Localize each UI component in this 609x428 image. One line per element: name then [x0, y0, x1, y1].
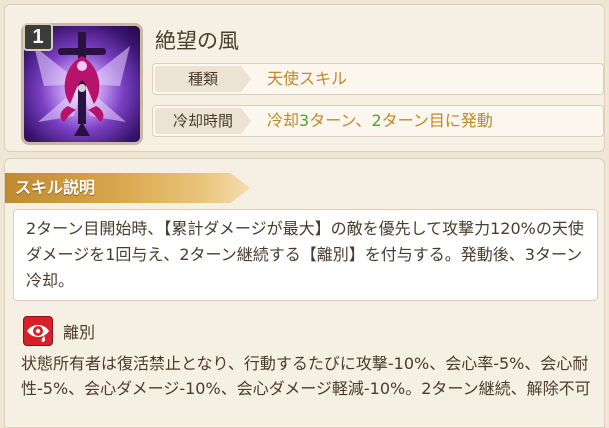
cooldown-text-1: 冷却 — [267, 111, 300, 130]
skill-rank-badge: 1 — [23, 23, 53, 51]
eye-tear-icon — [23, 316, 53, 346]
section-header-skill-description: スキル説明 — [5, 173, 250, 203]
cooldown-start-turn: 2 — [371, 111, 382, 130]
effect-description-text: 状態所有者は復活禁止となり、行動するたびに攻撃-10%、会心率-5%、会心耐性-… — [21, 354, 591, 398]
cooldown-text-3: ターン目に発動 — [381, 111, 493, 130]
cooldown-turns: 3 — [299, 111, 310, 130]
skill-description-panel: スキル説明 2ターン目開始時、【累計ダメージが最大】の敵を優先して攻撃力120%… — [4, 158, 605, 428]
skill-cooldown-value: 冷却3ターン、2ターン目に発動 — [267, 106, 493, 136]
skill-cooldown-label: 冷却時間 — [155, 108, 251, 134]
cooldown-text-2: ターン、 — [309, 111, 372, 130]
effect-name: 離別 — [63, 323, 96, 342]
skill-cooldown-row: 冷却時間 冷却3ターン、2ターン目に発動 — [152, 105, 604, 137]
skill-type-row: 種類 天使スキル — [152, 63, 604, 95]
skill-description-text: 2ターン目開始時、【累計ダメージが最大】の敵を優先して攻撃力120%の天使ダメー… — [13, 209, 598, 301]
skill-name: 絶望の風 — [155, 29, 239, 53]
skill-type-value: 天使スキル — [267, 69, 348, 88]
section-header-label: スキル説明 — [15, 178, 96, 197]
skill-info-panel: 1 絶望の風 種類 天使スキル 冷却時間 冷却3ターン、2ターン目に発動 — [4, 4, 605, 152]
skill-type-label: 種類 — [155, 66, 251, 92]
